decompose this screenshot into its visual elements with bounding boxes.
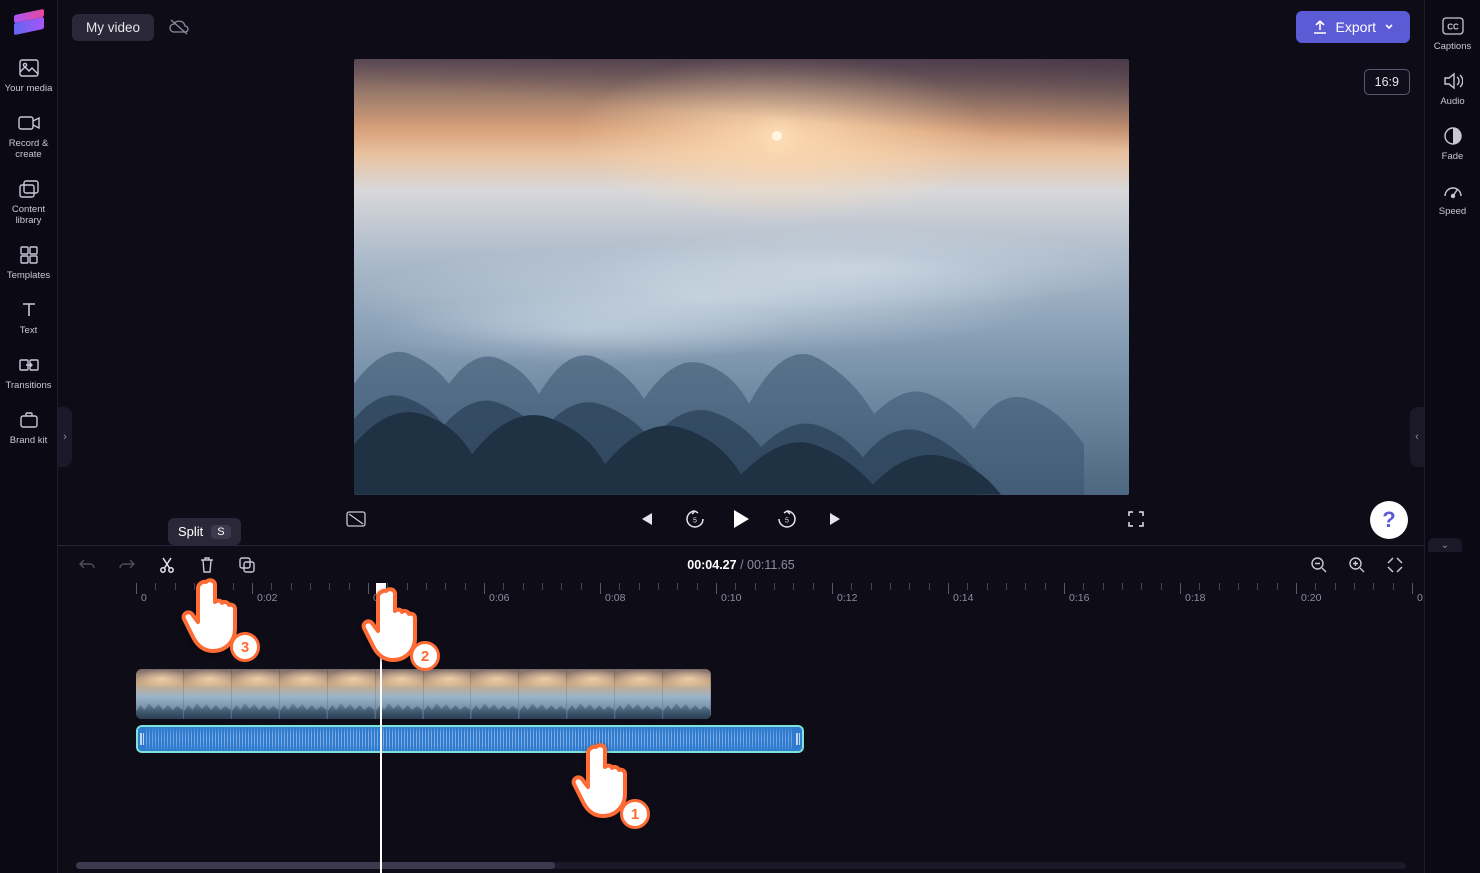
fullscreen-button[interactable] [1122,505,1150,533]
total-duration: 00:11.65 [747,558,795,572]
split-button[interactable] [156,554,178,576]
annotation-hand-1: 1 [566,741,638,821]
sidebar-label: Audio [1440,96,1464,107]
collapse-timeline-handle[interactable]: ⌄ [1428,538,1462,552]
speaker-icon [1442,70,1464,92]
export-button[interactable]: Export [1296,11,1410,43]
sidebar-item-speed[interactable]: Speed [1425,171,1480,226]
undo-button[interactable] [76,554,98,576]
app-logo[interactable] [14,8,44,34]
audio-waveform [146,727,794,751]
transitions-icon [18,354,40,376]
aspect-ratio-selector[interactable]: 16:9 [1364,69,1410,95]
annotation-badge: 1 [620,799,650,829]
sidebar-item-transitions[interactable]: Transitions [0,345,57,400]
sidebar-item-templates[interactable]: Templates [0,235,57,290]
gauge-icon [1442,180,1464,202]
rewind-5s-button[interactable]: 5 [681,505,709,533]
tooltip-label: Split [178,524,203,539]
forward-5s-button[interactable]: 5 [773,505,801,533]
image-icon [18,57,40,79]
zoom-fit-button[interactable] [1384,554,1406,576]
preview-stage: 16:9 5 5 ? [58,55,1424,545]
cloud-sync-off-icon[interactable] [168,18,190,36]
svg-text:5: 5 [693,518,697,525]
timeline-scrollbar[interactable] [76,862,1406,869]
sidebar-item-record-create[interactable]: Record & create [0,103,57,169]
sidebar-item-content-library[interactable]: Content library [0,169,57,235]
left-sidebar: Your media Record & create Content libra… [0,0,58,873]
timeline-ruler[interactable]: 00:020:040:060:080:100:120:140:160:180:2… [58,583,1424,609]
export-label: Export [1336,19,1376,35]
sidebar-label: Captions [1434,41,1472,52]
scrollbar-thumb[interactable] [76,862,555,869]
expand-right-panel-handle[interactable]: ‹ [1410,407,1424,467]
player-controls: 5 5 [58,495,1424,543]
timeline-tracks [58,609,1424,753]
timeline-toolbar: Split S 00:04.27 / 00:11.65 [58,545,1424,583]
fade-icon [1442,125,1464,147]
delete-button[interactable] [196,554,218,576]
audio-clip-handle-left[interactable] [138,727,146,751]
sidebar-label: Transitions [5,380,51,391]
upload-icon [1312,19,1328,35]
right-sidebar: CC Captions Audio Fade Speed [1424,0,1480,873]
briefcase-icon [18,409,40,431]
help-button[interactable]: ? [1370,501,1408,539]
split-tooltip: Split S [168,518,241,545]
text-icon [18,299,40,321]
sidebar-label: Your media [5,83,53,94]
library-icon [18,178,40,200]
time-sep: / [737,558,747,572]
audio-clip-handle-right[interactable] [794,727,802,751]
sidebar-label: Text [20,325,37,336]
svg-text:5: 5 [785,518,789,525]
grid-icon [18,244,40,266]
zoom-out-button[interactable] [1308,554,1330,576]
sidebar-item-captions[interactable]: CC Captions [1425,6,1480,61]
sidebar-label: Fade [1442,151,1464,162]
sidebar-item-text[interactable]: Text [0,290,57,345]
sidebar-label: Content library [12,204,45,226]
chevron-down-icon [1384,22,1394,32]
timecode-display: 00:04.27 / 00:11.65 [687,558,795,572]
sidebar-item-your-media[interactable]: Your media [0,48,57,103]
redo-button[interactable] [116,554,138,576]
playhead[interactable] [380,583,382,873]
safe-zone-toggle[interactable] [342,505,370,533]
svg-text:CC: CC [1447,23,1459,32]
sidebar-label: Templates [7,270,50,281]
captions-icon: CC [1442,15,1464,37]
tooltip-key: S [211,525,230,539]
sidebar-label: Record & create [9,138,49,160]
sidebar-item-brand-kit[interactable]: Brand kit [0,400,57,455]
timeline[interactable]: 00:020:040:060:080:100:120:140:160:180:2… [58,583,1424,873]
project-title[interactable]: My video [72,14,154,41]
video-preview-canvas[interactable] [354,59,1129,495]
sidebar-item-audio[interactable]: Audio [1425,61,1480,116]
zoom-in-button[interactable] [1346,554,1368,576]
sidebar-item-fade[interactable]: Fade [1425,116,1480,171]
audio-clip[interactable] [136,725,804,753]
camera-icon [18,112,40,134]
sidebar-label: Speed [1439,206,1466,217]
skip-forward-button[interactable] [823,505,851,533]
sidebar-label: Brand kit [10,435,48,446]
play-button[interactable] [731,505,751,533]
video-clip[interactable] [136,669,711,719]
current-time: 00:04.27 [687,558,736,572]
duplicate-button[interactable] [236,554,258,576]
skip-back-button[interactable] [631,505,659,533]
topbar: My video Export [58,0,1424,55]
